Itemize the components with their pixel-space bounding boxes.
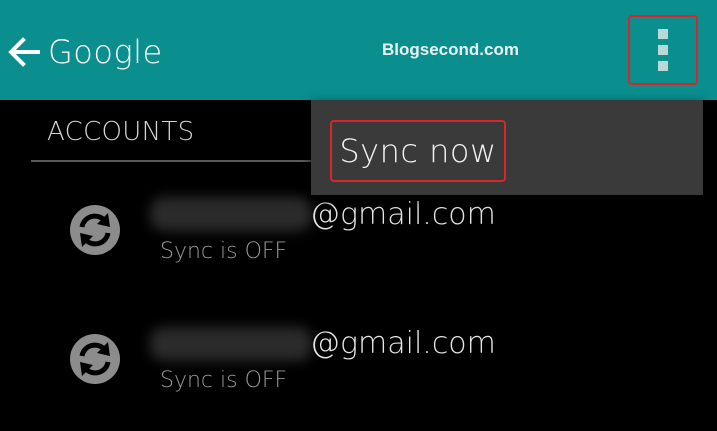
action-bar: Google Blogsecond.com bbox=[0, 0, 717, 100]
arrow-left-icon bbox=[8, 37, 40, 67]
menu-dot bbox=[658, 29, 668, 39]
section-divider bbox=[31, 160, 321, 162]
account-email: @gmail.com bbox=[310, 197, 496, 232]
menu-dot bbox=[658, 45, 668, 55]
account-email: @gmail.com bbox=[310, 326, 496, 361]
menu-dot bbox=[658, 61, 668, 71]
sync-icon bbox=[70, 205, 120, 255]
section-header-accounts: ACCOUNTS bbox=[47, 117, 195, 147]
settings-screen: Google Blogsecond.com ACCOUNTS @gmail.co… bbox=[0, 0, 717, 431]
menu-item-sync-now[interactable]: Sync now bbox=[330, 120, 506, 182]
overflow-menu-button[interactable] bbox=[628, 15, 698, 85]
account-row[interactable]: @gmail.com Sync is OFF bbox=[0, 305, 717, 425]
app-title: Google bbox=[48, 33, 163, 71]
more-vertical-icon bbox=[658, 26, 668, 74]
sync-status-text: Sync is OFF bbox=[160, 368, 288, 393]
sync-status-text: Sync is OFF bbox=[160, 239, 288, 264]
back-button[interactable] bbox=[4, 30, 44, 74]
account-name-redacted bbox=[150, 327, 312, 361]
watermark-text: Blogsecond.com bbox=[382, 40, 519, 59]
sync-icon bbox=[70, 334, 120, 384]
account-name-redacted bbox=[150, 197, 312, 231]
overflow-popup-menu: Sync now bbox=[311, 100, 703, 195]
